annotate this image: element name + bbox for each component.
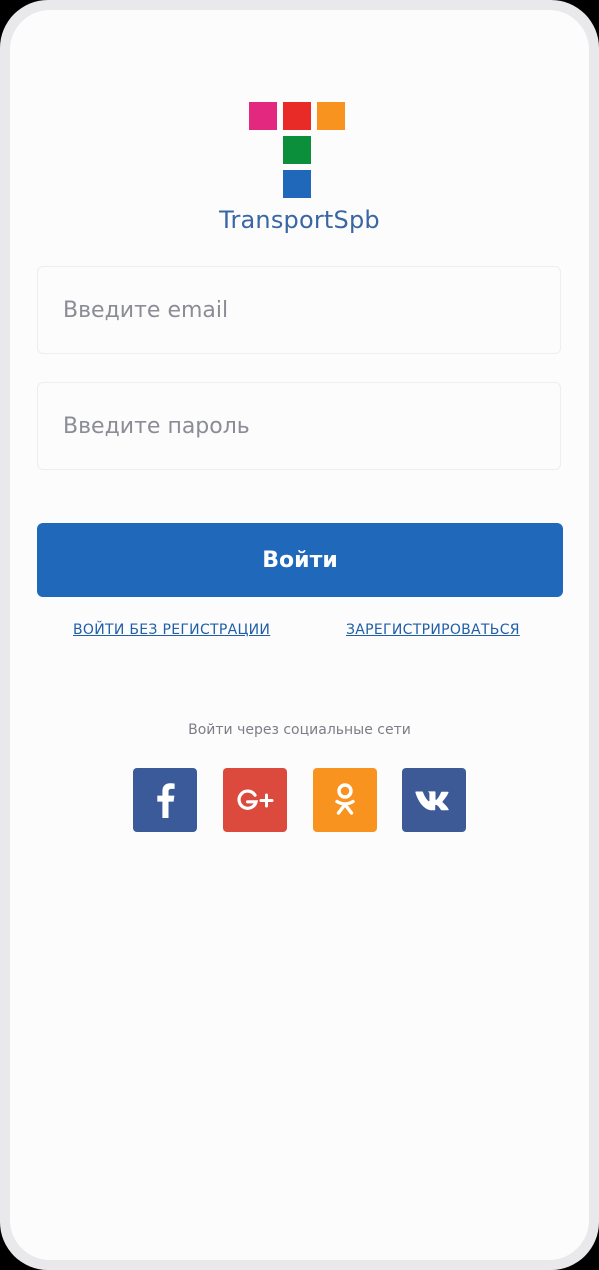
register-link[interactable]: ЗАРЕГИСТРИРОВАТЬСЯ bbox=[346, 622, 520, 638]
vk-login-button[interactable] bbox=[402, 768, 466, 832]
logo-square-red bbox=[283, 102, 311, 130]
google-plus-login-button[interactable] bbox=[223, 768, 287, 832]
app-logo bbox=[248, 102, 348, 202]
logo-square-orange bbox=[317, 102, 345, 130]
vk-icon bbox=[415, 791, 449, 811]
odnoklassniki-icon bbox=[335, 783, 355, 815]
password-input[interactable] bbox=[37, 382, 561, 470]
facebook-icon bbox=[157, 783, 175, 818]
login-button[interactable]: Войти bbox=[37, 523, 563, 597]
odnoklassniki-login-button[interactable] bbox=[313, 768, 377, 832]
device: TransportSpb Войти ВОЙТИ БЕЗ РЕГИСТРАЦИИ… bbox=[0, 0, 599, 1270]
logo-square-pink bbox=[249, 102, 277, 130]
login-screen: TransportSpb Войти ВОЙТИ БЕЗ РЕГИСТРАЦИИ… bbox=[10, 10, 589, 1260]
logo-square-green bbox=[283, 136, 311, 164]
brand-name: TransportSpb bbox=[219, 206, 380, 234]
social-caption: Войти через социальные сети bbox=[188, 722, 411, 738]
google-plus-icon bbox=[237, 789, 274, 810]
guest-login-link[interactable]: ВОЙТИ БЕЗ РЕГИСТРАЦИИ bbox=[73, 622, 270, 638]
facebook-login-button[interactable] bbox=[133, 768, 197, 832]
email-input[interactable] bbox=[37, 266, 561, 354]
logo-square-blue bbox=[283, 170, 311, 198]
